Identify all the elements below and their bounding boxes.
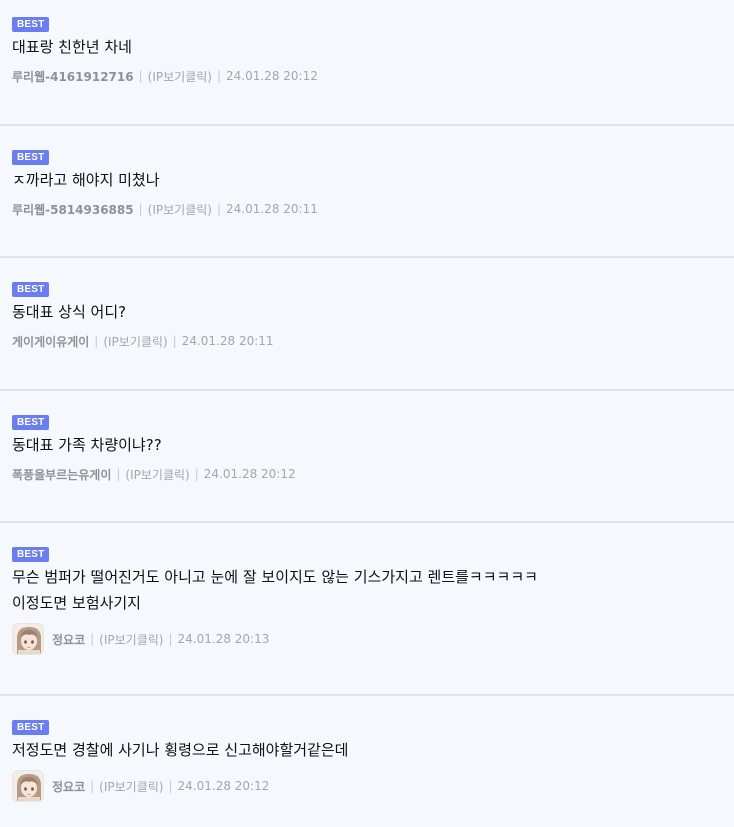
comment-meta: 폭풍을부르는유게이 | (IP보기클릭) | 24.01.28 20:12 [12, 464, 734, 484]
comment-item: BEST 동대표 상식 어디? 게이게이유게이 | (IP보기클릭) | 24.… [0, 277, 734, 391]
separator: | [138, 69, 143, 83]
separator: | [216, 202, 222, 216]
author-nickname[interactable]: 루리웹-4161912716 [12, 68, 134, 85]
ip-view-link[interactable]: (IP보기클릭) [148, 201, 212, 218]
author-nickname[interactable]: 게이게이유게이 [12, 333, 89, 350]
ip-view-link[interactable]: (IP보기클릭) [99, 631, 163, 648]
separator: | [168, 632, 173, 646]
comment-item: BEST 저정도면 경찰에 사기나 횡령으로 신고해야할거같은데 정요코 | (… [0, 715, 734, 827]
best-badge: BEST [12, 17, 50, 32]
comment-meta: 루리웹-5814936885 | (IP보기클릭) | 24.01.28 20:… [12, 199, 734, 219]
separator: | [168, 779, 173, 793]
anime-girl-avatar-icon [13, 624, 43, 654]
avatar[interactable] [12, 623, 44, 655]
comment-meta: 루리웹-4161912716 | (IP보기클릭) | 24.01.28 20:… [12, 66, 734, 86]
author-nickname[interactable]: 루리웹-5814936885 [12, 201, 134, 218]
author-nickname[interactable]: 정요코 [52, 778, 85, 795]
comment-item: BEST 무슨 범퍼가 떨어진거도 아니고 눈에 잘 보이지도 않는 기스가지고… [0, 542, 734, 696]
separator: | [94, 334, 99, 348]
comment-datetime: 24.01.28 20:11 [226, 202, 318, 216]
comment-list: BEST 대표랑 친한년 차네 루리웹-4161912716 | (IP보기클릭… [0, 0, 734, 827]
comment-text: ㅈ까라고 해야지 미쳤나 [12, 171, 160, 189]
comment-datetime: 24.01.28 20:11 [181, 334, 274, 348]
best-badge: BEST [12, 547, 50, 562]
best-badge: BEST [12, 282, 50, 297]
comment-item: BEST 동대표 가족 차량이냐?? 폭풍을부르는유게이 | (IP보기클릭) … [0, 410, 734, 523]
ip-view-link[interactable]: (IP보기클릭) [99, 778, 163, 795]
comment-text: 무슨 범퍼가 떨어진거도 아니고 눈에 잘 보이지도 않는 기스가지고 렌트를ㅋ… [12, 568, 538, 612]
comment-datetime: 24.01.28 20:12 [177, 779, 270, 793]
comment-meta: 게이게이유게이 | (IP보기클릭) | 24.01.28 20:11 [12, 331, 734, 351]
comment-text: 저정도면 경찰에 사기나 횡령으로 신고해야할거같은데 [12, 741, 349, 759]
comment-meta: 정요코 | (IP보기클릭) | 24.01.28 20:13 [12, 622, 734, 656]
separator: | [172, 334, 177, 348]
separator: | [216, 69, 222, 83]
avatar[interactable] [12, 770, 44, 802]
author-nickname[interactable]: 정요코 [52, 631, 85, 648]
comment-item: BEST ㅈ까라고 해야지 미쳤나 루리웹-5814936885 | (IP보기… [0, 145, 734, 258]
comment-item: BEST 대표랑 친한년 차네 루리웹-4161912716 | (IP보기클릭… [0, 12, 734, 126]
comment-datetime: 24.01.28 20:13 [177, 632, 270, 646]
ip-view-link[interactable]: (IP보기클릭) [148, 68, 212, 85]
comment-text: 동대표 가족 차량이냐?? [12, 436, 162, 454]
author-nickname[interactable]: 폭풍을부르는유게이 [12, 466, 111, 483]
ip-view-link[interactable]: (IP보기클릭) [125, 466, 189, 483]
separator: | [90, 779, 95, 793]
comment-datetime: 24.01.28 20:12 [226, 69, 318, 83]
best-badge: BEST [12, 415, 50, 430]
separator: | [138, 202, 143, 216]
best-badge: BEST [12, 150, 50, 165]
comment-datetime: 24.01.28 20:12 [203, 467, 296, 481]
separator: | [90, 632, 95, 646]
comment-meta: 정요코 | (IP보기클릭) | 24.01.28 20:12 [12, 769, 734, 803]
best-badge: BEST [12, 720, 50, 735]
separator: | [116, 467, 121, 481]
comment-text: 대표랑 친한년 차네 [12, 38, 132, 56]
comment-text: 동대표 상식 어디? [12, 303, 127, 321]
separator: | [194, 467, 199, 481]
ip-view-link[interactable]: (IP보기클릭) [103, 333, 167, 350]
anime-girl-avatar-icon [13, 771, 43, 801]
